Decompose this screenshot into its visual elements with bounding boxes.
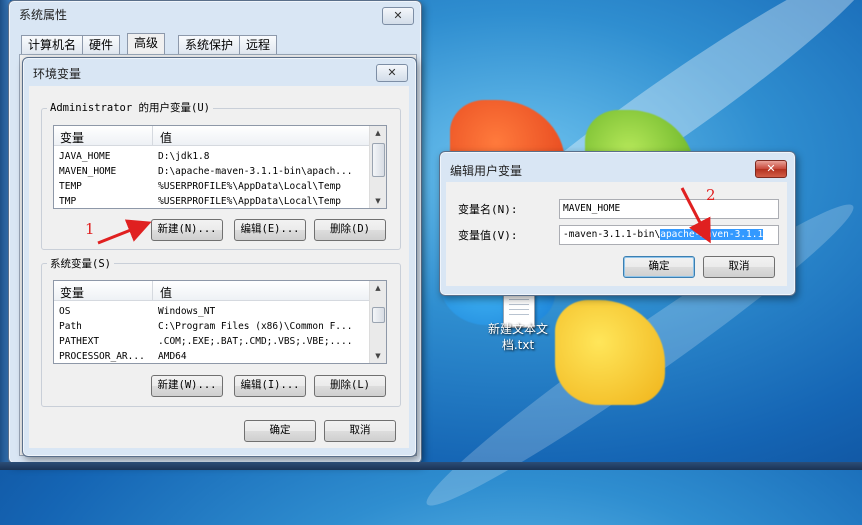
annotation-arrows (97, 187, 711, 245)
annotation-arrow-2 (680, 187, 711, 244)
annotation-number-1: 1 (85, 220, 95, 238)
annotation-arrow-1 (97, 219, 152, 245)
taskbar-strip (0, 462, 862, 470)
annotation-number-2: 2 (706, 186, 716, 204)
